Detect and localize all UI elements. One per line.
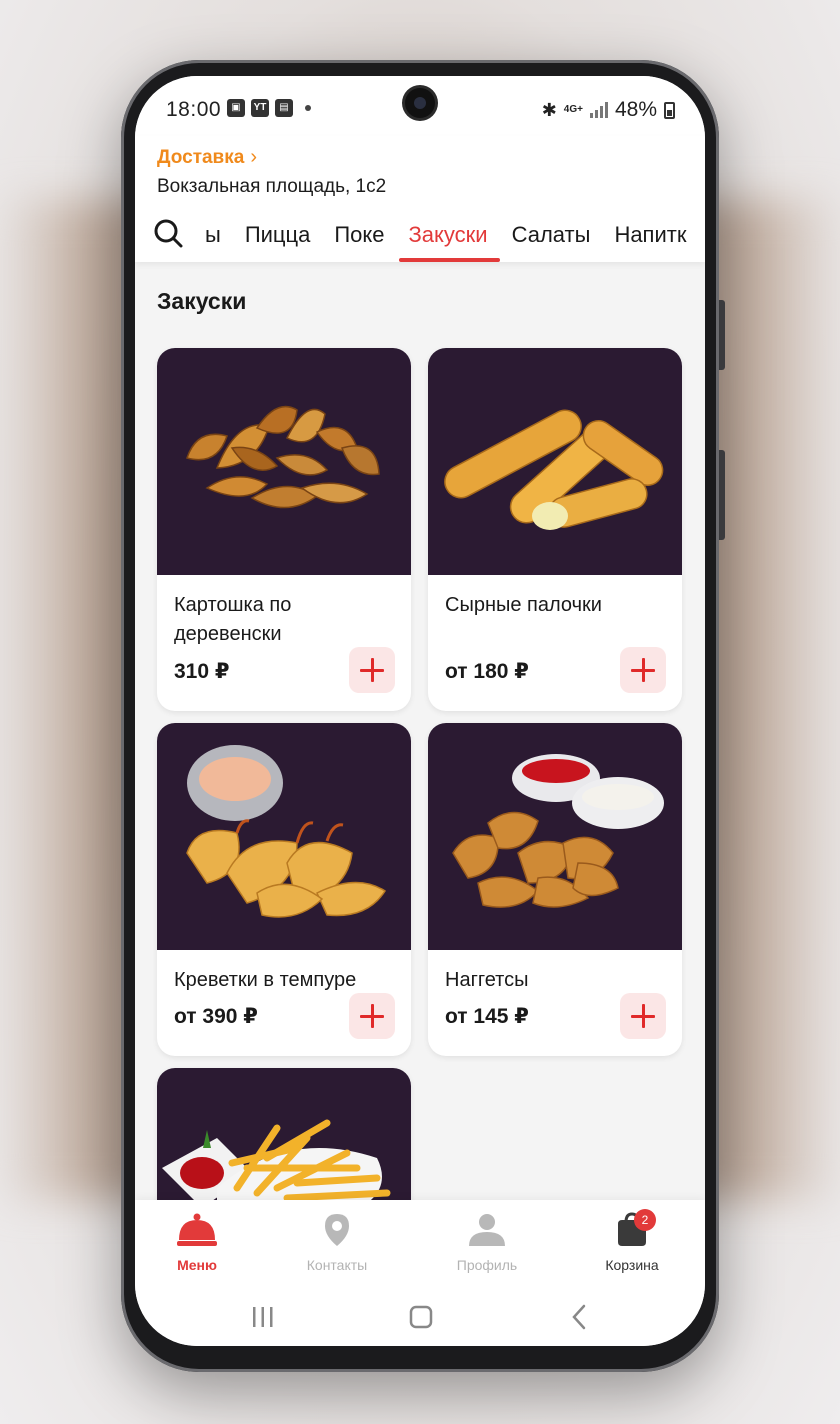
potato-wedges-image [186,405,380,509]
product-card[interactable]: Картошка по деревенски 310 ₽ [157,348,411,711]
category-tabs: ы Пицца Поке Закуски Салаты Напитк [205,222,686,262]
nuggets-image [452,754,664,908]
chevron-right-icon: › [250,146,257,168]
power-button [719,450,725,540]
product-price: от 180 ₽ [445,660,529,683]
delivery-label: Доставка [157,146,245,168]
add-to-cart-button[interactable] [349,993,395,1039]
bluetooth-icon: ✱ [541,99,557,120]
product-price: от 145 ₽ [445,1005,529,1028]
tab-snacks[interactable]: Закуски [398,222,500,262]
map-pin-icon [325,1214,349,1246]
tab-poke[interactable]: Поке [334,222,384,248]
product-card[interactable]: Креветки в темпуре от 390 ₽ [157,723,411,1056]
bottom-navigation: Меню Контакты Профиль 2 Корзина [135,1200,705,1292]
app-screen: 18:00 ▣ YT ▤ ✱ 4G+ 48% Доставка › Вокзал… [135,76,705,1346]
status-time: 18:00 [166,98,222,121]
delivery-address[interactable]: Вокзальная площадь, 1с2 [157,176,386,198]
tempura-shrimp-image [186,745,387,918]
nav-label-cart: Корзина [605,1257,659,1273]
notification-icons: ▣ YT ▤ [227,99,311,117]
product-image [157,723,411,950]
product-card[interactable]: Наггетсы от 145 ₽ [428,723,682,1056]
tab-drinks[interactable]: Напитк [614,222,686,248]
tab-pizza[interactable]: Пицца [245,222,311,248]
profile-icon [469,1214,505,1246]
system-navigation [135,1292,705,1346]
product-price: от 390 ₽ [174,1005,258,1028]
product-card[interactable]: Сырные палочки от 180 ₽ [428,348,682,711]
add-to-cart-button[interactable] [349,647,395,693]
yt-icon: YT [251,99,269,117]
category-bar: ы Пицца Поке Закуски Салаты Напитк [135,216,705,262]
front-camera [405,88,435,118]
battery-icon [664,101,675,119]
cloche-icon [177,1213,217,1246]
search-icon[interactable] [153,218,183,248]
back-icon[interactable] [569,1304,589,1330]
phone-frame: 18:00 ▣ YT ▤ ✱ 4G+ 48% Доставка › Вокзал… [121,60,725,1372]
nav-item-menu[interactable]: Меню [137,1212,257,1273]
app-header: Доставка › Вокзальная площадь, 1с2 ы Пиц… [135,136,705,262]
nav-item-profile[interactable]: Профиль [427,1212,547,1273]
add-to-cart-button[interactable] [620,993,666,1039]
tab-category-partial[interactable]: ы [205,222,221,248]
status-bar: 18:00 ▣ YT ▤ ✱ 4G+ 48% [135,76,705,136]
cheese-sticks-image [444,409,664,530]
product-name: Креветки в темпуре [174,969,357,991]
nav-label-contacts: Контакты [306,1257,368,1273]
nav-item-cart[interactable]: 2 Корзина [572,1209,692,1273]
battery-percent: 48% [614,98,657,121]
signal-icon [589,102,608,118]
product-image [428,348,682,575]
nav-item-contacts[interactable]: Контакты [277,1212,397,1273]
recent-apps-icon[interactable] [251,1304,275,1330]
cart-badge: 2 [634,1209,656,1231]
delivery-selector[interactable]: Доставка › [157,146,257,169]
section-title: Закуски [157,288,247,314]
add-to-cart-button[interactable] [620,647,666,693]
nav-label-profile: Профиль [456,1257,518,1273]
nav-label-menu: Меню [177,1257,217,1273]
gallery-icon: ▣ [227,99,245,117]
more-notifications-icon [305,105,311,111]
clipboard-icon: ▤ [275,99,293,117]
product-image [157,348,411,575]
product-price: 310 ₽ [174,660,230,683]
volume-button [719,300,725,370]
home-icon[interactable] [409,1304,433,1330]
status-right: ✱ 4G+ 48% [542,98,675,122]
product-name: Наггетсы [445,969,529,991]
network-type: 4G+ [563,104,583,115]
product-name: Сырные палочки [445,594,602,616]
product-image [428,723,682,950]
product-name: Картошка по деревенски [174,594,292,645]
tab-salads[interactable]: Салаты [512,222,591,248]
